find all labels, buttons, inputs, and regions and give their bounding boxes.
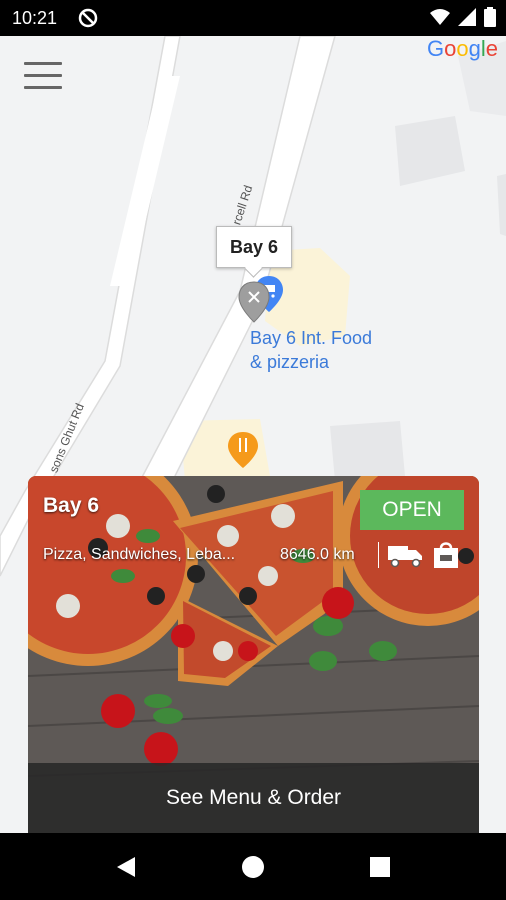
status-time: 10:21: [12, 8, 58, 28]
poi-label-line1: Bay 6 Int. Food: [250, 328, 373, 348]
poi-label[interactable]: Bay 6 Int. Food & pizzeria: [250, 326, 372, 374]
takeaway-bag-icon: [434, 542, 458, 568]
battery-icon: [484, 7, 496, 27]
restaurant-card[interactable]: Bay 6 OPEN Pizza, Sandwiches, Leba... 86…: [28, 476, 479, 833]
restaurant-name: Bay 6: [43, 494, 100, 517]
home-icon: [242, 855, 264, 878]
menu-icon[interactable]: [24, 62, 62, 92]
distance-text: 8646.0 km: [280, 546, 355, 563]
status-bar: 10:21: [0, 0, 506, 36]
recents-icon: [370, 856, 390, 877]
cuisine-text: Pizza, Sandwiches, Leba...: [43, 546, 236, 563]
home-button[interactable]: [223, 833, 283, 900]
navigation-bar: [0, 833, 506, 900]
back-button[interactable]: [96, 833, 156, 900]
wifi-icon: [430, 9, 450, 25]
back-icon: [117, 856, 135, 877]
recents-button[interactable]: [350, 833, 410, 900]
divider: [378, 542, 379, 568]
google-logo: Google: [426, 36, 498, 61]
marker-callout[interactable]: Bay 6: [216, 226, 292, 268]
signal-icon: [458, 8, 476, 26]
poi-label-line2: & pizzeria: [250, 352, 330, 372]
see-menu-order-button[interactable]: See Menu & Order: [28, 763, 479, 833]
status-badge: OPEN: [360, 490, 464, 530]
delivery-truck-icon: [388, 546, 422, 568]
do-not-disturb-icon: [78, 8, 98, 28]
